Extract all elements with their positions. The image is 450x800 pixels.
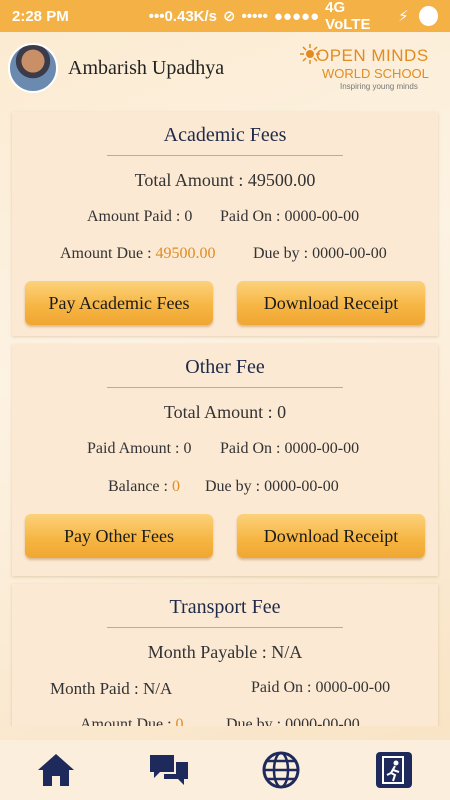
transport-paid-on: Paid On : 0000-00-00 (251, 679, 391, 696)
bottom-nav (0, 740, 450, 800)
status-time: 2:28 PM (12, 7, 69, 25)
avatar[interactable] (8, 43, 58, 93)
network-speed: 0.43K/s (164, 7, 218, 25)
other-balance: Balance : 0 (108, 478, 180, 496)
amount-due-label: Amount Due : (60, 245, 156, 262)
transport-fee-card: Transport Fee Month Payable : N/A Month … (12, 584, 438, 726)
logo-line-2: WORLD SCHOOL (322, 66, 429, 81)
academic-total-amount: Total Amount : 49500.00 (134, 170, 316, 190)
amount-due-value: 0 (175, 716, 184, 726)
academic-amount-due: Amount Due : 49500.00 (60, 245, 216, 263)
nav-logout[interactable] (372, 748, 416, 792)
transport-amount-due: Amount Due : 0 (80, 716, 184, 726)
transport-fee-title: Transport Fee (169, 596, 281, 618)
logo-tagline: Inspiring young minds (340, 82, 418, 91)
other-fee-card: Other Fee Total Amount : 0 Paid Amount :… (12, 344, 438, 576)
globe-icon (262, 751, 300, 789)
amount-due-value: 49500.00 (155, 245, 216, 262)
network-type: 4G VoLTE (325, 0, 371, 33)
home-icon (38, 754, 75, 786)
profile-header: Ambarish Upadhya OPEN MINDS WORLD SCHOOL… (0, 32, 450, 104)
nav-website[interactable] (259, 748, 303, 792)
academic-amount-paid: Amount Paid : 0 (87, 208, 193, 225)
logo-line-1: OPEN MINDS (316, 46, 429, 65)
pay-academic-fees-button[interactable]: Pay Academic Fees (25, 281, 213, 325)
download-academic-receipt-button[interactable]: Download Receipt (237, 281, 425, 325)
academic-fees-title: Academic Fees (163, 124, 287, 146)
download-other-receipt-button[interactable]: Download Receipt (237, 514, 425, 558)
balance-value: 0 (171, 478, 180, 495)
fees-scroll-area[interactable]: Academic Fees Total Amount : 49500.00 Am… (0, 106, 450, 726)
pay-other-fees-button[interactable]: Pay Other Fees (25, 514, 213, 558)
other-paid-amount: Paid Amount : 0 (87, 440, 192, 457)
transport-due-by: Due by : 0000-00-00 (226, 716, 360, 726)
school-logo: OPEN MINDS WORLD SCHOOL Inspiring young … (300, 40, 442, 96)
title-divider (107, 155, 343, 156)
title-divider (107, 627, 343, 628)
other-due-by: Due by : 0000-00-00 (205, 478, 339, 495)
academic-fees-card: Academic Fees Total Amount : 49500.00 Am… (12, 112, 438, 336)
balance-label: Balance : (108, 478, 172, 495)
other-paid-on: Paid On : 0000-00-00 (220, 440, 360, 457)
transport-month-payable: Month Payable : N/A (147, 642, 303, 662)
chat-icon (149, 755, 188, 785)
status-bar: 2:28 PM ••• 0.43K/s ⊘ ••••• ●●●●● 4G VoL… (0, 0, 450, 33)
academic-paid-on: Paid On : 0000-00-00 (220, 208, 360, 225)
user-name: Ambarish Upadhya (68, 56, 225, 79)
alarm-off-icon: ⊘ (223, 8, 236, 25)
battery-icon (418, 6, 438, 26)
nav-messages[interactable] (147, 748, 191, 792)
amount-due-label: Amount Due : (80, 716, 176, 726)
charging-icon: ⚡ (398, 8, 409, 25)
notification-dots: ••• (148, 7, 165, 25)
academic-due-by: Due by : 0000-00-00 (253, 245, 387, 262)
exit-icon (375, 752, 412, 788)
signal-dots-icon: ••••• (241, 7, 268, 25)
transport-month-paid: Month Paid : N/A (50, 679, 173, 698)
title-divider (107, 387, 343, 388)
other-total-amount: Total Amount : 0 (163, 402, 287, 422)
other-fee-title: Other Fee (185, 356, 265, 378)
signal-dots-icon-2: ●●●●● (273, 7, 320, 25)
nav-home[interactable] (34, 748, 78, 792)
